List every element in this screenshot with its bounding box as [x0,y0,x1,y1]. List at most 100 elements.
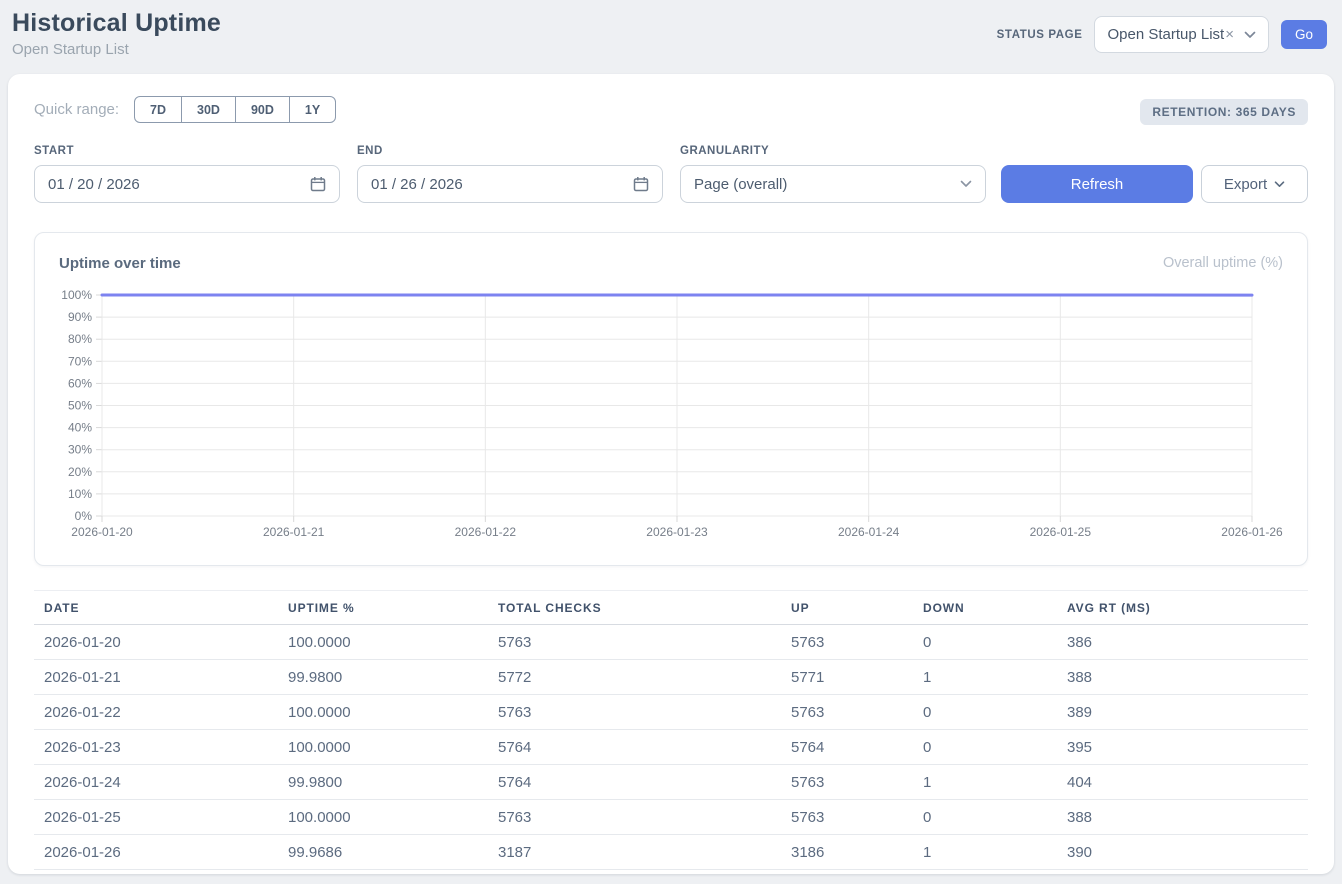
y-axis-tick-label: 50% [68,399,92,413]
table-cell: 0 [913,730,1057,765]
table-cell: 404 [1057,765,1308,800]
table-row: 2026-01-22100.0000576357630389 [34,695,1308,730]
table-cell: 390 [1057,835,1308,870]
end-date-value: 01 / 26 / 2026 [371,176,633,193]
chevron-down-icon [960,180,972,188]
export-label: Export [1224,176,1267,193]
y-axis-tick-label: 80% [68,332,92,346]
table-row: 2026-01-23100.0000576457640395 [34,730,1308,765]
table-cell: 3186 [781,835,913,870]
table-cell: 2026-01-24 [34,765,278,800]
table-cell: 5763 [488,800,781,835]
export-button[interactable]: Export [1201,165,1308,203]
column-header: UP [781,591,913,625]
end-label: END [357,145,383,157]
quick-range-row: Quick range: 7D30D90D1Y [34,96,336,123]
table-cell: 5764 [488,730,781,765]
quick-range-90d[interactable]: 90D [235,96,290,123]
table-cell: 3187 [488,835,781,870]
y-axis-tick-label: 100% [61,288,92,302]
historical-uptime-page: Historical Uptime Open Startup List STAT… [0,0,1342,884]
table-cell: 395 [1057,730,1308,765]
table-cell: 2026-01-21 [34,660,278,695]
table-cell: 2026-01-20 [34,625,278,660]
table-cell: 2026-01-22 [34,695,278,730]
x-axis-tick-label: 2026-01-26 [1221,525,1283,539]
quick-range-1y[interactable]: 1Y [289,96,336,123]
clear-icon[interactable]: × [1225,26,1234,43]
column-header: DOWN [913,591,1057,625]
y-axis-tick-label: 30% [68,443,92,457]
title-block: Historical Uptime Open Startup List [12,9,221,58]
table-row: 2026-01-2499.9800576457631404 [34,765,1308,800]
table-row: 2026-01-2199.9800577257711388 [34,660,1308,695]
y-axis-tick-label: 20% [68,465,92,479]
column-header: TOTAL CHECKS [488,591,781,625]
table-cell: 99.9800 [278,765,488,800]
table-row: 2026-01-2699.9686318731861390 [34,835,1308,870]
start-label: START [34,145,74,157]
refresh-button[interactable]: Refresh [1001,165,1193,203]
uptime-chart-svg: 0% 10% 20% 30% 40% 50% 60% 70% 80% 90% 100% 2026-01… [59,281,1285,541]
table-cell: 2026-01-25 [34,800,278,835]
x-axis-tick-label: 2026-01-21 [263,525,325,539]
table-cell: 5772 [488,660,781,695]
table-cell: 1 [913,660,1057,695]
start-date-input[interactable]: 01 / 20 / 2026 [34,165,340,203]
table-cell: 5764 [488,765,781,800]
table-cell: 1 [913,835,1057,870]
x-axis-tick-label: 2026-01-25 [1030,525,1092,539]
chevron-down-icon [1274,181,1285,188]
header-right: STATUS PAGE Open Startup List × Go [997,16,1327,53]
y-axis-tick-label: 90% [68,310,92,324]
x-axis-tick-label: 2026-01-20 [71,525,133,539]
table-cell: 0 [913,800,1057,835]
table-cell: 388 [1057,800,1308,835]
table-cell: 386 [1057,625,1308,660]
table-row: 2026-01-25100.0000576357630388 [34,800,1308,835]
table-cell: 2026-01-23 [34,730,278,765]
x-axis-tick-label: 2026-01-22 [455,525,517,539]
calendar-icon[interactable] [310,176,326,192]
status-page-select[interactable]: Open Startup List × [1094,16,1269,53]
table-cell: 5763 [781,765,913,800]
table-cell: 5763 [488,695,781,730]
go-button[interactable]: Go [1281,20,1327,49]
quick-range-7d[interactable]: 7D [134,96,182,123]
table-cell: 0 [913,695,1057,730]
y-axis-tick-label: 10% [68,487,92,501]
x-axis-tick-label: 2026-01-23 [646,525,708,539]
y-axis-tick-label: 60% [68,376,92,390]
uptime-table: DATEUPTIME %TOTAL CHECKSUPDOWNAVG RT (MS… [34,590,1308,870]
granularity-select[interactable]: Page (overall) [680,165,986,203]
page-subtitle: Open Startup List [12,41,221,58]
table-cell: 5763 [781,800,913,835]
chart-plot-area: 0% 10% 20% 30% 40% 50% 60% 70% 80% 90% 100% 2026-01… [59,281,1283,546]
uptime-chart-card: Uptime over time Overall uptime (%) 0% 10… [34,232,1308,566]
status-page-value: Open Startup List [1107,26,1224,43]
column-header: AVG RT (MS) [1057,591,1308,625]
chart-header: Uptime over time Overall uptime (%) [59,253,1283,273]
table-cell: 5771 [781,660,913,695]
table-cell: 5763 [488,625,781,660]
table-cell: 5764 [781,730,913,765]
chevron-down-icon [1244,31,1256,39]
table-cell: 1 [913,765,1057,800]
table-cell: 100.0000 [278,695,488,730]
table-cell: 5763 [781,625,913,660]
granularity-label: GRANULARITY [680,145,769,157]
x-axis-tick-label: 2026-01-24 [838,525,900,539]
chart-legend: Overall uptime (%) [1163,255,1283,271]
calendar-icon[interactable] [633,176,649,192]
y-axis-tick-label: 70% [68,354,92,368]
table-cell: 99.9800 [278,660,488,695]
page-title: Historical Uptime [12,9,221,38]
y-axis-tick-label: 40% [68,421,92,435]
table-cell: 0 [913,625,1057,660]
quick-range-30d[interactable]: 30D [181,96,236,123]
table-cell: 100.0000 [278,730,488,765]
main-panel: Quick range: 7D30D90D1Y RETENTION: 365 D… [8,74,1334,874]
y-axis-tick-label: 0% [75,509,93,523]
table-cell: 388 [1057,660,1308,695]
end-date-input[interactable]: 01 / 26 / 2026 [357,165,663,203]
